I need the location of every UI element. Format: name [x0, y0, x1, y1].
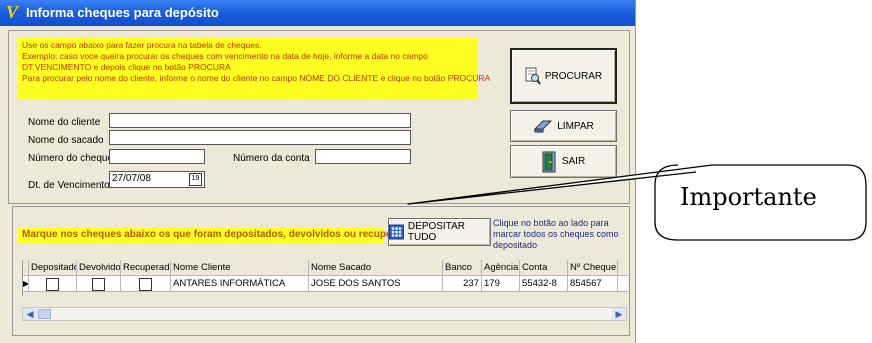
callout-text: Importante [680, 183, 817, 211]
callout-bubble [407, 164, 867, 241]
